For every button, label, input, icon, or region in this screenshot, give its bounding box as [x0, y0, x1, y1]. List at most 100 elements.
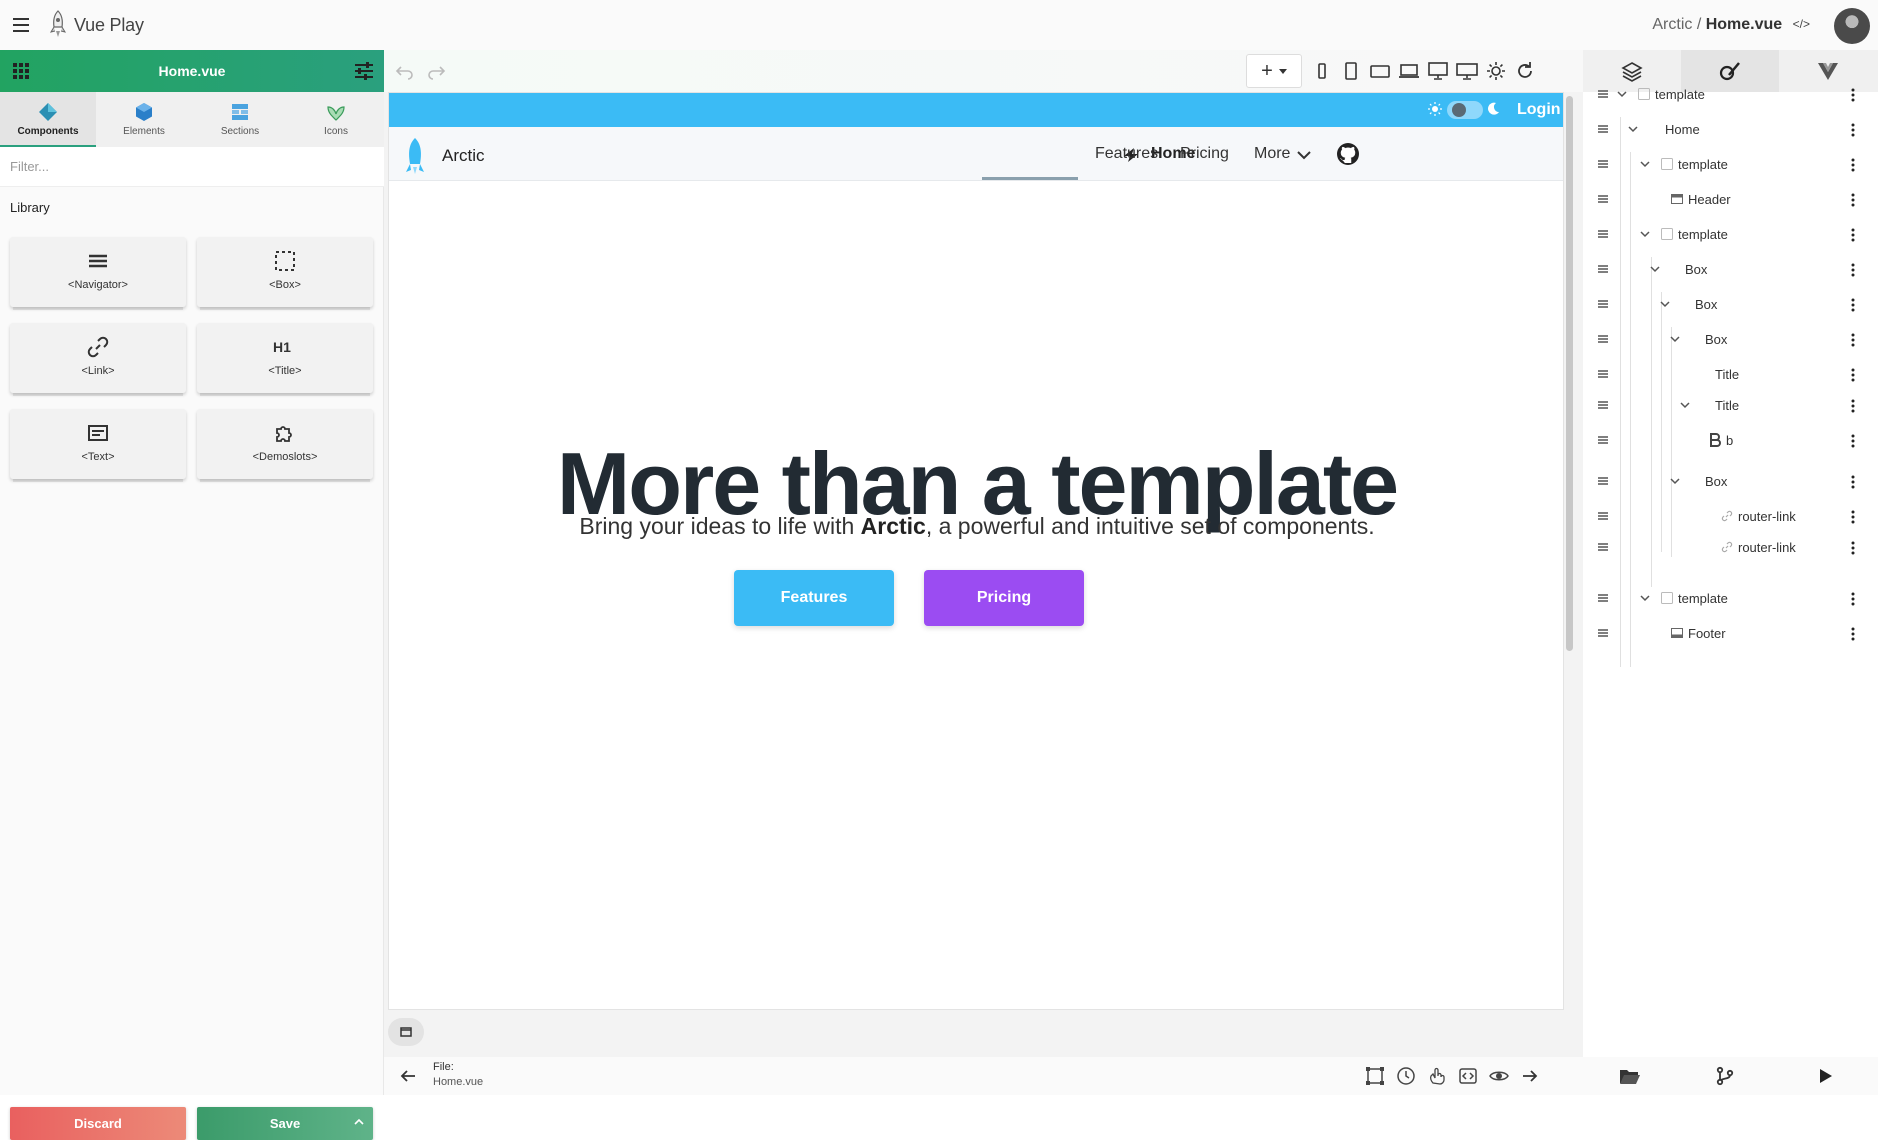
breadcrumb-project[interactable]: Arctic	[1652, 16, 1692, 33]
login-link[interactable]: Login	[1517, 101, 1561, 119]
chevron-down-icon[interactable]	[1660, 299, 1670, 309]
more-vert-icon[interactable]	[1846, 227, 1860, 243]
tree-node-bold[interactable]: b	[1583, 425, 1878, 455]
library-item-title[interactable]: H1 <Title>	[197, 323, 373, 393]
chevron-up-icon[interactable]	[353, 1116, 365, 1128]
library-item-link[interactable]: <Link>	[10, 323, 186, 393]
theme-toggle[interactable]	[1447, 101, 1483, 119]
git-branch-icon[interactable]	[1715, 1066, 1735, 1086]
chevron-down-icon[interactable]	[1670, 476, 1680, 486]
chevron-down-icon[interactable]	[1628, 124, 1638, 134]
save-button[interactable]: Save	[197, 1107, 373, 1140]
desktop-icon[interactable]	[1426, 59, 1450, 83]
more-vert-icon[interactable]	[1846, 297, 1860, 313]
tab-icons[interactable]: Icons	[288, 92, 384, 147]
more-vert-icon[interactable]	[1846, 509, 1860, 525]
code-box-icon[interactable]	[1458, 1066, 1478, 1086]
page-preview[interactable]: Login Arctic Home Features Pricing More …	[388, 92, 1564, 1010]
drag-handle-icon[interactable]	[1597, 193, 1609, 205]
wide-desktop-icon[interactable]	[1455, 59, 1479, 83]
chevron-down-icon[interactable]	[1640, 229, 1650, 239]
more-vert-icon[interactable]	[1846, 262, 1860, 278]
preview-scrollbar[interactable]	[1566, 96, 1573, 651]
selection-icon[interactable]	[1365, 1066, 1385, 1086]
drag-handle-icon[interactable]	[1597, 592, 1609, 604]
tree-node-box[interactable]: Box	[1583, 289, 1878, 319]
tree-node-template[interactable]: template	[1583, 219, 1878, 249]
more-vert-icon[interactable]	[1846, 540, 1860, 556]
tree-node-box[interactable]: Box	[1583, 254, 1878, 284]
tree-node-home[interactable]: Home	[1583, 114, 1878, 144]
arrow-right-icon[interactable]	[1520, 1066, 1540, 1086]
tree-node-header[interactable]: Header	[1583, 184, 1878, 214]
site-brand[interactable]: Arctic	[442, 146, 485, 166]
drag-handle-icon[interactable]	[1597, 88, 1609, 100]
tree-node-template[interactable]: template	[1583, 583, 1878, 613]
brightness-icon[interactable]	[1484, 59, 1508, 83]
tab-sections[interactable]: Sections	[192, 92, 288, 147]
drag-handle-icon[interactable]	[1597, 541, 1609, 553]
drag-handle-icon[interactable]	[1597, 434, 1609, 446]
tree-node-box[interactable]: Box	[1583, 466, 1878, 496]
phone-portrait-icon[interactable]	[1310, 59, 1334, 83]
chevron-down-icon[interactable]	[1640, 593, 1650, 603]
rocket-logo[interactable]	[405, 137, 425, 175]
arrow-left-icon[interactable]	[399, 1067, 417, 1085]
discard-button[interactable]: Discard	[10, 1107, 186, 1140]
tree-node-box[interactable]: Box	[1583, 324, 1878, 354]
chevron-down-icon[interactable]	[1670, 334, 1680, 344]
drag-handle-icon[interactable]	[1597, 627, 1609, 639]
gesture-icon[interactable]	[1427, 1066, 1447, 1086]
tree-node-router-link[interactable]: router-link	[1583, 532, 1878, 562]
tree-node-template[interactable]: template	[1583, 79, 1878, 109]
redo-icon[interactable]	[425, 59, 449, 83]
features-button[interactable]: Features	[734, 570, 894, 626]
drag-handle-icon[interactable]	[1597, 228, 1609, 240]
more-vert-icon[interactable]	[1846, 332, 1860, 348]
github-icon[interactable]	[1336, 142, 1360, 166]
nav-more[interactable]: More	[1254, 145, 1290, 163]
pricing-button[interactable]: Pricing	[924, 570, 1084, 626]
more-vert-icon[interactable]	[1846, 591, 1860, 607]
more-vert-icon[interactable]	[1846, 87, 1860, 103]
hamburger-icon[interactable]	[10, 14, 32, 36]
chevron-down-icon[interactable]	[1297, 150, 1311, 160]
more-vert-icon[interactable]	[1846, 398, 1860, 414]
tab-components[interactable]: Components	[0, 92, 96, 147]
user-avatar[interactable]	[1834, 8, 1870, 44]
chevron-down-icon[interactable]	[1640, 159, 1650, 169]
tree-node-router-link[interactable]: router-link	[1583, 501, 1878, 531]
more-vert-icon[interactable]	[1846, 367, 1860, 383]
tablet-landscape-icon[interactable]	[1368, 59, 1392, 83]
undo-icon[interactable]	[392, 59, 416, 83]
tree-node-footer[interactable]: Footer	[1583, 618, 1878, 648]
add-component-button[interactable]: +	[1246, 54, 1302, 88]
nav-features[interactable]: Features	[1095, 145, 1158, 163]
more-vert-icon[interactable]	[1846, 122, 1860, 138]
drag-handle-icon[interactable]	[1597, 298, 1609, 310]
chevron-down-icon[interactable]	[1617, 89, 1627, 99]
chevron-down-icon[interactable]	[1680, 400, 1690, 410]
chevron-down-icon[interactable]	[1650, 264, 1660, 274]
canvas-window-tab[interactable]	[388, 1018, 424, 1046]
library-item-text[interactable]: <Text>	[10, 409, 186, 479]
drag-handle-icon[interactable]	[1597, 399, 1609, 411]
library-item-demoslots[interactable]: <Demoslots>	[197, 409, 373, 479]
filter-input[interactable]	[0, 147, 384, 187]
drag-handle-icon[interactable]	[1597, 475, 1609, 487]
folder-open-icon[interactable]	[1619, 1066, 1640, 1086]
history-icon[interactable]	[1396, 1066, 1416, 1086]
drag-handle-icon[interactable]	[1597, 333, 1609, 345]
code-icon[interactable]: </>	[1793, 17, 1810, 31]
tablet-portrait-icon[interactable]	[1339, 59, 1363, 83]
more-vert-icon[interactable]	[1846, 626, 1860, 642]
more-vert-icon[interactable]	[1846, 192, 1860, 208]
more-vert-icon[interactable]	[1846, 433, 1860, 449]
more-vert-icon[interactable]	[1846, 157, 1860, 173]
refresh-icon[interactable]	[1513, 59, 1537, 83]
library-item-box[interactable]: <Box>	[197, 237, 373, 307]
eye-icon[interactable]	[1489, 1066, 1509, 1086]
drag-handle-icon[interactable]	[1597, 158, 1609, 170]
drag-handle-icon[interactable]	[1597, 263, 1609, 275]
play-icon[interactable]	[1815, 1066, 1835, 1086]
